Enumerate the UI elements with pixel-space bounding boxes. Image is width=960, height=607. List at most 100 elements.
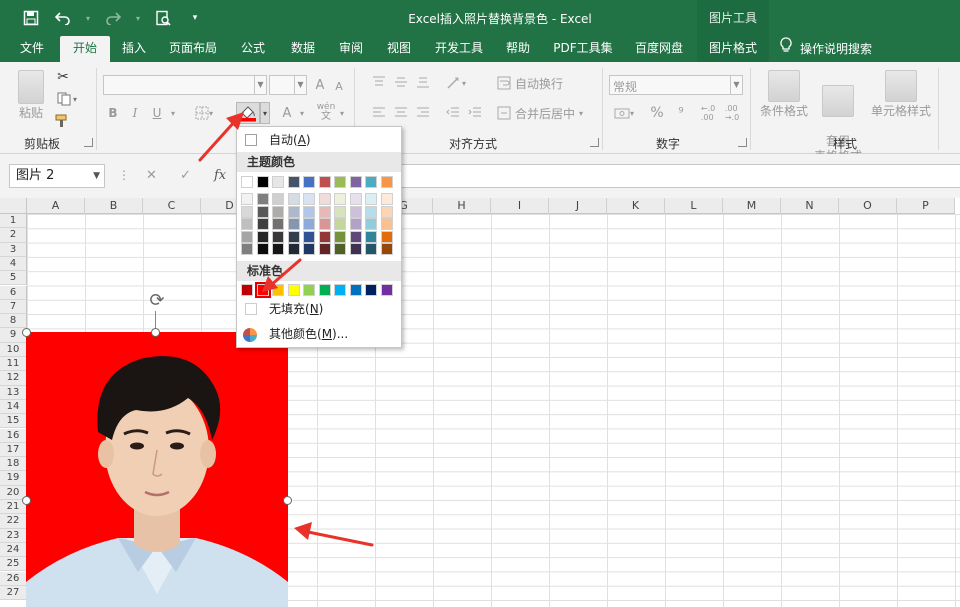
wrap-text-button[interactable]: 自动换行 <box>497 74 567 92</box>
theme-color-shade-swatch[interactable] <box>349 230 362 243</box>
name-box[interactable]: 图片 2 ▼ <box>9 164 105 188</box>
conditional-formatting-button[interactable]: 条件格式 <box>758 70 810 119</box>
theme-color-shade-swatch[interactable] <box>303 243 315 255</box>
customize-qat-icon[interactable]: ▾ <box>184 8 206 28</box>
theme-color-shade-swatch[interactable] <box>318 218 331 230</box>
standard-color-swatch[interactable] <box>254 282 271 298</box>
theme-color-swatch[interactable] <box>303 176 315 188</box>
underline-button[interactable]: U <box>149 104 165 122</box>
chevron-down-icon[interactable]: ▾ <box>338 104 346 122</box>
standard-color-swatch[interactable] <box>380 284 393 296</box>
column-header-m[interactable]: M <box>723 198 781 214</box>
theme-color-shade-swatch[interactable] <box>272 230 284 243</box>
theme-color-shade-swatch[interactable] <box>380 243 393 255</box>
chevron-down-icon[interactable]: ▾ <box>298 104 306 122</box>
column-header-o[interactable]: O <box>839 198 897 214</box>
theme-color-swatch[interactable] <box>318 176 331 188</box>
standard-color-swatch[interactable] <box>272 284 284 296</box>
cell-styles-button[interactable]: 单元格样式 <box>868 70 934 119</box>
column-header-j[interactable]: J <box>549 198 607 214</box>
theme-color-swatch[interactable] <box>256 176 269 188</box>
theme-color-shade-swatch[interactable] <box>318 230 331 243</box>
row-header-11[interactable]: 11 <box>0 357 27 372</box>
row-header-15[interactable]: 15 <box>0 414 27 429</box>
theme-color-shade-swatch[interactable] <box>272 218 284 230</box>
theme-color-shade-swatch[interactable] <box>287 218 300 230</box>
tab-file[interactable]: 文件 <box>8 36 56 62</box>
column-header-p[interactable]: P <box>897 198 955 214</box>
row-header-17[interactable]: 17 <box>0 442 27 458</box>
no-fill-item[interactable]: 无填充(N) <box>237 298 401 320</box>
theme-color-shade-swatch[interactable] <box>287 230 300 243</box>
theme-color-shade-swatch[interactable] <box>287 205 300 218</box>
theme-color-shade-swatch[interactable] <box>241 243 253 255</box>
theme-color-shade-swatch[interactable] <box>241 193 253 205</box>
row-header-23[interactable]: 23 <box>0 528 27 543</box>
theme-color-shade-swatch[interactable] <box>365 193 377 205</box>
row-header-3[interactable]: 3 <box>0 242 27 257</box>
theme-color-shade-swatch[interactable] <box>365 230 377 243</box>
standard-color-swatch[interactable] <box>334 284 346 296</box>
theme-color-shade-swatch[interactable] <box>303 218 315 230</box>
increase-indent-icon[interactable] <box>466 104 484 120</box>
row-header-27[interactable]: 27 <box>0 585 27 601</box>
row-header-13[interactable]: 13 <box>0 385 27 400</box>
theme-color-shade-swatch[interactable] <box>287 193 300 205</box>
row-header-12[interactable]: 12 <box>0 371 27 386</box>
row-header-7[interactable]: 7 <box>0 299 27 315</box>
column-header-l[interactable]: L <box>665 198 723 214</box>
theme-color-shade-swatch[interactable] <box>318 193 331 205</box>
bold-button[interactable]: B <box>105 104 121 122</box>
theme-color-shade-swatch[interactable] <box>272 205 284 218</box>
theme-color-shade-swatch[interactable] <box>287 243 300 255</box>
theme-color-shade-swatch[interactable] <box>365 205 377 218</box>
theme-color-shade-swatch[interactable] <box>256 193 269 205</box>
row-header-19[interactable]: 19 <box>0 471 27 486</box>
row-header-5[interactable]: 5 <box>0 271 27 286</box>
theme-color-shade-swatch[interactable] <box>334 243 346 255</box>
tab-review[interactable]: 审阅 <box>330 36 372 62</box>
resize-handle-right[interactable] <box>283 496 292 505</box>
align-top-icon[interactable] <box>370 74 388 90</box>
standard-color-swatch[interactable] <box>318 284 331 296</box>
row-header-4[interactable]: 4 <box>0 256 27 272</box>
theme-color-shade-swatch[interactable] <box>303 230 315 243</box>
standard-color-swatch[interactable] <box>303 284 315 296</box>
theme-color-shade-swatch[interactable] <box>241 218 253 230</box>
row-header-25[interactable]: 25 <box>0 557 27 572</box>
theme-color-shade-swatch[interactable] <box>256 205 269 218</box>
resize-handle-top-left[interactable] <box>22 328 31 337</box>
column-header-b[interactable]: B <box>85 198 143 214</box>
fill-color-dropdown-icon[interactable]: ▾ <box>260 102 270 124</box>
column-header-h[interactable]: H <box>433 198 491 214</box>
decrease-indent-icon[interactable] <box>444 104 462 120</box>
borders-icon[interactable]: ▾ <box>193 104 215 122</box>
tab-formulas[interactable]: 公式 <box>230 36 276 62</box>
theme-color-shade-swatch[interactable] <box>256 218 269 230</box>
theme-color-shade-swatch[interactable] <box>241 205 253 218</box>
comma-style-button[interactable]: ⁹ <box>672 104 690 122</box>
align-middle-icon[interactable] <box>392 74 410 90</box>
row-header-2[interactable]: 2 <box>0 228 27 243</box>
tab-picture-format[interactable]: 图片格式 <box>697 36 769 62</box>
theme-color-swatch[interactable] <box>334 176 346 188</box>
theme-color-shade-swatch[interactable] <box>349 243 362 255</box>
theme-color-shade-swatch[interactable] <box>272 193 284 205</box>
column-header-i[interactable]: I <box>491 198 549 214</box>
theme-color-shade-swatch[interactable] <box>272 243 284 255</box>
row-header-1[interactable]: 1 <box>0 214 27 229</box>
alignment-launcher-icon[interactable] <box>590 138 599 147</box>
row-header-16[interactable]: 16 <box>0 428 27 443</box>
standard-color-swatch[interactable] <box>287 284 300 296</box>
theme-color-swatch[interactable] <box>272 176 284 188</box>
align-right-icon[interactable] <box>414 104 432 120</box>
theme-color-shade-swatch[interactable] <box>334 218 346 230</box>
accounting-format-icon[interactable]: ▾ <box>610 104 638 122</box>
theme-color-shade-swatch[interactable] <box>349 205 362 218</box>
cancel-icon[interactable]: ✕ <box>146 168 157 183</box>
resize-handle-left[interactable] <box>22 496 31 505</box>
tab-baidu-netdisk[interactable]: 百度网盘 <box>624 36 694 62</box>
formula-bar-grip[interactable]: ⋮ <box>118 168 130 182</box>
theme-color-swatch[interactable] <box>241 176 253 188</box>
theme-color-shade-swatch[interactable] <box>380 193 393 205</box>
